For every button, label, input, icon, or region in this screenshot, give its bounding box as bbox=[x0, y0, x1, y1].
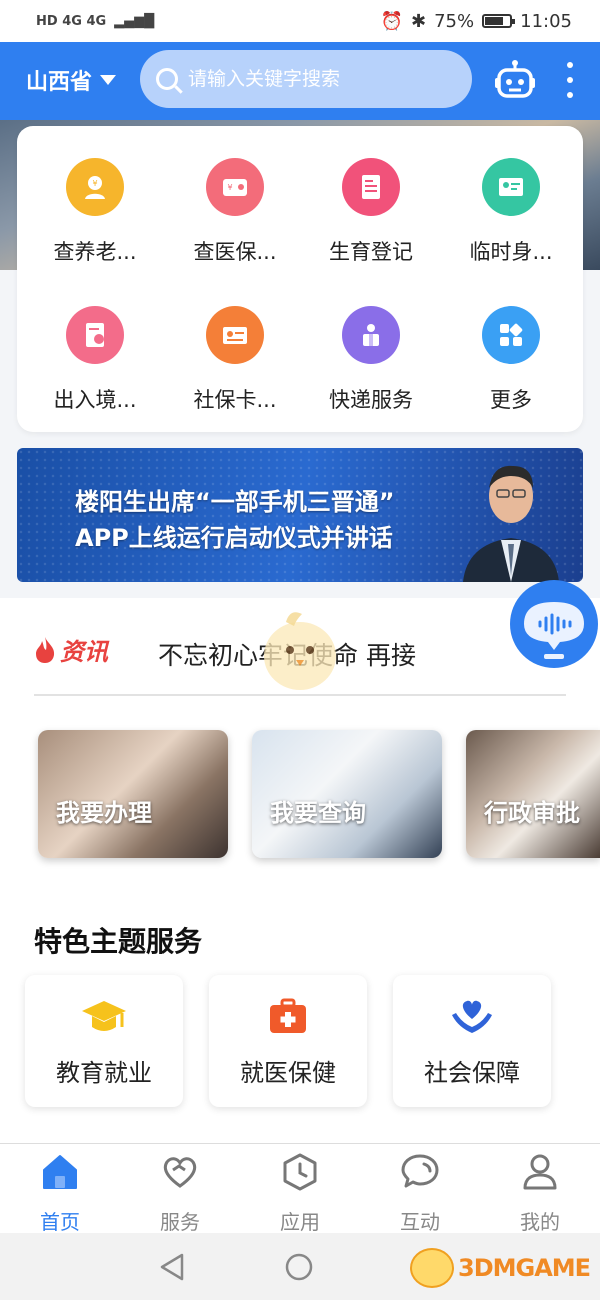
battery-icon bbox=[482, 14, 516, 28]
bluetooth-icon: ✱ bbox=[411, 10, 427, 32]
user-icon bbox=[523, 1154, 557, 1190]
service-label: 临时身... bbox=[469, 240, 553, 264]
theme-label: 教育就业 bbox=[56, 1059, 152, 1087]
service-label: 查养老... bbox=[53, 240, 137, 264]
service-item[interactable]: 出入境... bbox=[25, 306, 165, 414]
service-label: 更多 bbox=[490, 388, 532, 412]
tab-label: 首页 bbox=[40, 1210, 80, 1234]
search-bar[interactable] bbox=[140, 50, 472, 108]
signal-bars-icon: ▂▄▆█ bbox=[114, 13, 155, 29]
featured-section-title: 特色主题服务 bbox=[34, 925, 203, 958]
quick-action-label: 行政审批 bbox=[484, 799, 580, 827]
theme-label: 社会保障 bbox=[424, 1059, 520, 1087]
back-icon[interactable] bbox=[158, 1252, 186, 1282]
courier-icon bbox=[342, 306, 400, 364]
flame-icon bbox=[36, 636, 55, 663]
caret-down-icon bbox=[100, 75, 117, 85]
service-item[interactable]: ¥ 查养老... bbox=[25, 158, 165, 266]
svg-text:¥: ¥ bbox=[227, 183, 232, 192]
banner-title-line1: 楼阳生出席“一部手机三晋通” bbox=[75, 488, 395, 516]
social-card-icon bbox=[206, 306, 264, 364]
document-icon bbox=[342, 158, 400, 216]
more-grid-icon bbox=[482, 306, 540, 364]
clock: 11:05 bbox=[520, 10, 572, 32]
search-icon bbox=[156, 68, 178, 90]
network-indicators: HD 4G 4G ▂▄▆█ bbox=[36, 14, 154, 29]
home-circle-icon[interactable] bbox=[284, 1252, 314, 1282]
theme-label: 就医保健 bbox=[240, 1059, 336, 1087]
app-header: 山西省 bbox=[0, 42, 600, 120]
passport-icon bbox=[66, 306, 124, 364]
alarm-icon: ⏰ bbox=[380, 10, 404, 32]
dot-icon bbox=[567, 77, 573, 83]
banner-title-line2: APP上线运行启动仪式并讲话 bbox=[75, 524, 393, 552]
tab-label: 应用 bbox=[280, 1210, 320, 1234]
mascot-overlay-icon bbox=[264, 612, 336, 690]
tab-apps[interactable]: 应用 bbox=[240, 1152, 360, 1235]
home-icon bbox=[43, 1155, 77, 1189]
service-label: 查医保... bbox=[193, 240, 277, 264]
service-item[interactable]: 生育登记 bbox=[301, 158, 441, 266]
signal-label: HD 4G 4G bbox=[36, 13, 107, 29]
heart-service-icon bbox=[163, 1157, 197, 1188]
theme-card-healthcare[interactable]: 就医保健 bbox=[209, 975, 367, 1107]
more-menu-button[interactable] bbox=[566, 62, 574, 98]
tab-services[interactable]: 服务 bbox=[120, 1152, 240, 1235]
province-selector[interactable]: 山西省 bbox=[26, 64, 117, 96]
news-tag: 资讯 bbox=[34, 632, 108, 667]
news-tag-label: 资讯 bbox=[60, 638, 108, 666]
hand-heart-icon bbox=[452, 1000, 492, 1033]
tab-label: 互动 bbox=[400, 1210, 440, 1234]
watermark-text: 3DMGAME bbox=[458, 1254, 591, 1282]
watermark-mascot-icon bbox=[410, 1248, 454, 1288]
quick-action-apply[interactable]: 我要办理 bbox=[38, 730, 228, 858]
status-bar: HD 4G 4G ▂▄▆█ ⏰ ✱ 75% 11:05 bbox=[0, 0, 600, 42]
service-item[interactable]: 更多 bbox=[441, 306, 581, 414]
divider bbox=[34, 694, 566, 696]
search-input[interactable] bbox=[188, 68, 448, 90]
theme-card-education[interactable]: 教育就业 bbox=[25, 975, 183, 1107]
bottom-tab-bar: 首页 服务 应用 互动 我的 bbox=[0, 1143, 600, 1235]
quick-action-label: 我要查询 bbox=[270, 799, 366, 827]
service-item[interactable]: 社保卡... bbox=[165, 306, 305, 414]
service-label: 社保卡... bbox=[193, 388, 277, 412]
quick-action-approval[interactable]: 行政审批 bbox=[466, 730, 600, 858]
id-card-icon bbox=[482, 158, 540, 216]
theme-card-social-security[interactable]: 社会保障 bbox=[393, 975, 551, 1107]
tab-home[interactable]: 首页 bbox=[0, 1152, 120, 1235]
service-label: 快递服务 bbox=[329, 388, 413, 412]
services-card: ¥ 查养老... ¥ 查医保... 生育登记 临时身... 出入境... 社保卡… bbox=[17, 126, 583, 432]
service-label: 生育登记 bbox=[329, 240, 413, 264]
pension-icon: ¥ bbox=[66, 158, 124, 216]
svg-text:¥: ¥ bbox=[92, 179, 97, 188]
tab-label: 我的 bbox=[520, 1210, 560, 1234]
graduation-cap-icon bbox=[82, 1001, 126, 1031]
quick-action-query[interactable]: 我要查询 bbox=[252, 730, 442, 858]
speaker-photo bbox=[463, 465, 559, 582]
tab-profile[interactable]: 我的 bbox=[480, 1152, 600, 1235]
medical-kit-icon bbox=[270, 998, 306, 1033]
voice-assistant-icon[interactable] bbox=[508, 580, 600, 668]
service-item[interactable]: 临时身... bbox=[441, 158, 581, 266]
chat-bubble-icon bbox=[401, 1154, 439, 1188]
service-item[interactable]: 快递服务 bbox=[301, 306, 441, 414]
service-label: 出入境... bbox=[53, 388, 137, 412]
clock-hex-icon bbox=[283, 1153, 317, 1191]
robot-assistant-icon[interactable] bbox=[494, 60, 536, 100]
dot-icon bbox=[567, 62, 573, 68]
battery-percent: 75% bbox=[434, 10, 475, 32]
watermark: 3DMGAME bbox=[410, 1248, 591, 1288]
tab-interaction[interactable]: 互动 bbox=[360, 1152, 480, 1235]
quick-action-label: 我要办理 bbox=[56, 799, 152, 827]
dot-icon bbox=[567, 92, 573, 98]
news-banner[interactable]: 楼阳生出席“一部手机三晋通” APP上线运行启动仪式并讲话 bbox=[17, 448, 583, 582]
service-item[interactable]: ¥ 查医保... bbox=[165, 158, 305, 266]
medical-wallet-icon: ¥ bbox=[206, 158, 264, 216]
tab-label: 服务 bbox=[160, 1210, 200, 1234]
province-label: 山西省 bbox=[26, 70, 93, 95]
